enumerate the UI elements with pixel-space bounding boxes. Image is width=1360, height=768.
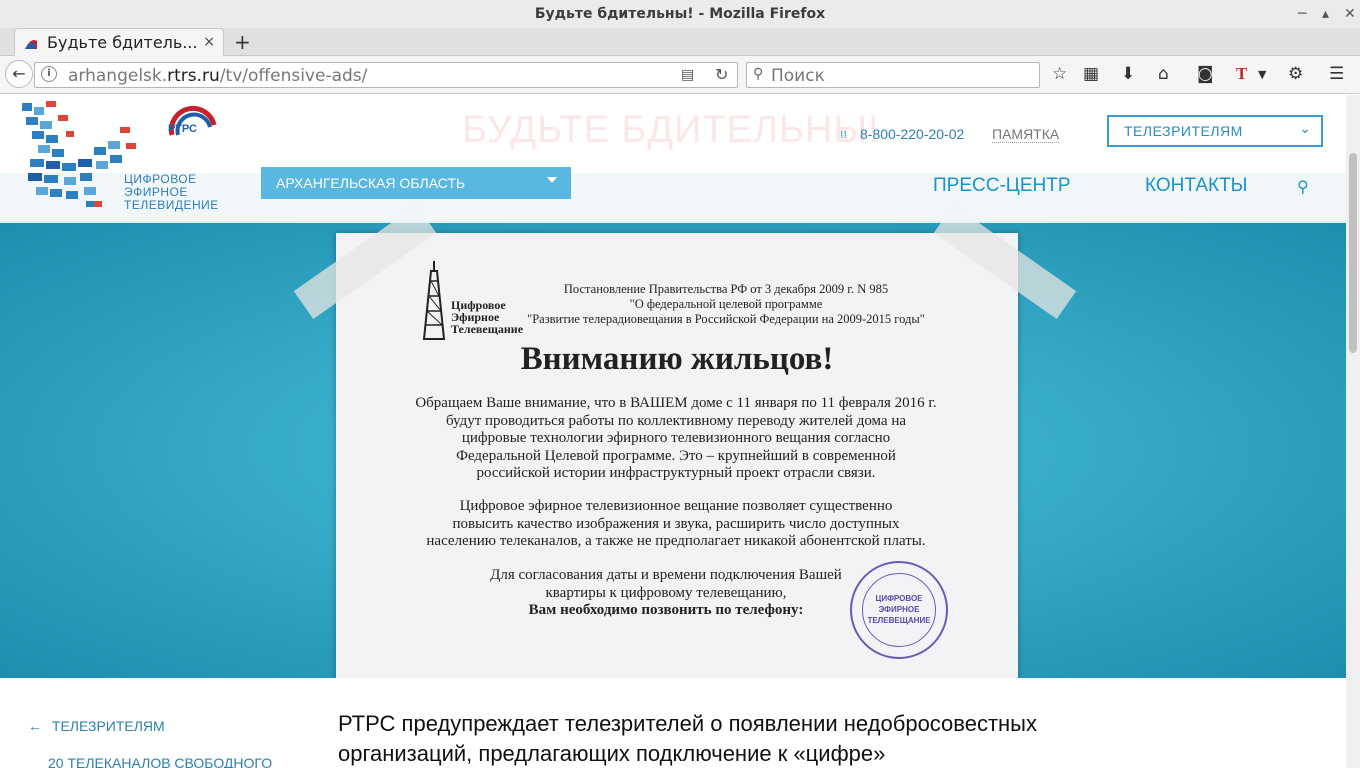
site-search-icon[interactable]: ⚲ [1297,177,1309,196]
web-page: Цифровое Эфирное Телевещание Постановлен… [0,95,1346,768]
sidebar-back-link[interactable]: ← ТЕЛЕЗРИТЕЛЯМ [28,718,165,734]
stamp-seal: ЦИФРОВОЕ ЭФИРНОЕ ТЕЛЕВЕЩАНИЕ [850,561,948,659]
extension-dropdown-icon[interactable]: ▼ [1258,68,1266,81]
reader-view-icon[interactable]: ▤ [681,67,694,83]
tab-title: Будьте бдитель... [47,33,198,52]
dialpad-icon: ⁞⁞ [840,128,847,141]
search-placeholder: Поиск [771,66,825,86]
rtrs-logo-icon[interactable]: РТРС [166,105,220,143]
tab-active[interactable]: Будьте бдитель... × [14,28,224,56]
scrollbar[interactable] [1346,95,1360,768]
menu-icon[interactable]: ☰ [1329,64,1344,84]
navigation-toolbar: ← i arhangelsk.rtrs.ru/tv/offensive-ads/… [0,56,1360,94]
notice-brand: Цифровое Эфирное Телевещание [451,298,524,336]
downloads-icon[interactable]: ⬇ [1121,64,1135,84]
window-title: Будьте бдительны! - Mozilla Firefox [0,0,1360,28]
tab-strip: Будьте бдитель... × + [0,28,1360,56]
arrow-left-icon: ← [28,718,42,734]
notice-para1: Обращаем Ваше внимание, что в ВАШЕМ доме… [415,395,937,481]
extension-icon[interactable]: ⚙ [1288,64,1303,84]
tv-tower-icon [422,261,446,340]
logo-caption: ЦИФРОВОЕ ЭФИРНОЕ ТЕЛЕВИДЕНИЕ [124,172,219,212]
home-icon[interactable]: ⌂ [1158,64,1169,84]
bookmarks-list-icon[interactable]: ▦ [1083,64,1099,84]
notice-para2: Цифровое эфирное телевизионное вещание п… [426,498,926,549]
bookmark-star-icon[interactable]: ☆ [1052,64,1067,84]
sidebar-item-free-channels[interactable]: 20 ТЕЛЕКАНАЛОВ СВОБОДНОГО [48,755,272,768]
notice-decree: Постановление Правительства РФ от 3 дека… [527,282,925,326]
notice-para3: Для согласования даты и времени подключе… [490,567,842,618]
search-input[interactable]: ⚲ Поиск [746,62,1040,88]
back-button[interactable]: ← [5,60,33,88]
pocket-icon[interactable]: ◙ [1197,64,1214,84]
dropdown-arrow-icon [547,177,557,183]
reload-icon[interactable]: ↻ [715,65,728,84]
nav-press-center[interactable]: ПРЕСС-ЦЕНТР [933,175,1071,197]
nav-contacts[interactable]: КОНТАКТЫ [1145,175,1248,197]
page-ghost-title: БУДЬТЕ БДИТЕЛЬНЫ! [462,109,880,151]
region-dropdown[interactable]: АРХАНГЕЛЬСКАЯ ОБЛАСТЬ [261,167,571,199]
viewers-dropdown[interactable]: ТЕЛЕЗРИТЕЛЯМ ⌄ [1107,115,1323,147]
chevron-down-icon: ⌄ [1299,121,1311,137]
close-tab-icon[interactable]: × [203,34,215,50]
scrollbar-thumb[interactable] [1349,153,1357,353]
memo-link[interactable]: ПАМЯТКА [992,126,1060,143]
notice-heading: Вниманию жильцов! [520,341,834,377]
article-title: РТРС предупреждает телезрителей о появле… [338,711,1037,766]
info-icon[interactable]: i [41,66,57,82]
new-tab-button[interactable]: + [234,30,251,54]
maximize-icon[interactable]: ▴ [1322,0,1329,28]
minimize-icon[interactable]: ─ [1298,0,1306,28]
rtrs-favicon-icon [25,40,37,49]
notice-paper: Цифровое Эфирное Телевещание Постановлен… [336,233,1018,693]
hotline-phone[interactable]: 8-800-220-20-02 [860,126,964,142]
url-bar[interactable]: i arhangelsk.rtrs.ru/tv/offensive-ads/ ▤… [34,62,738,88]
search-icon: ⚲ [753,66,764,82]
svg-text:РТРС: РТРС [168,123,197,135]
translate-extension-icon[interactable]: T [1236,64,1247,84]
url-text[interactable]: arhangelsk.rtrs.ru/tv/offensive-ads/ [68,66,367,86]
close-window-icon[interactable]: ✕ [1344,0,1356,28]
